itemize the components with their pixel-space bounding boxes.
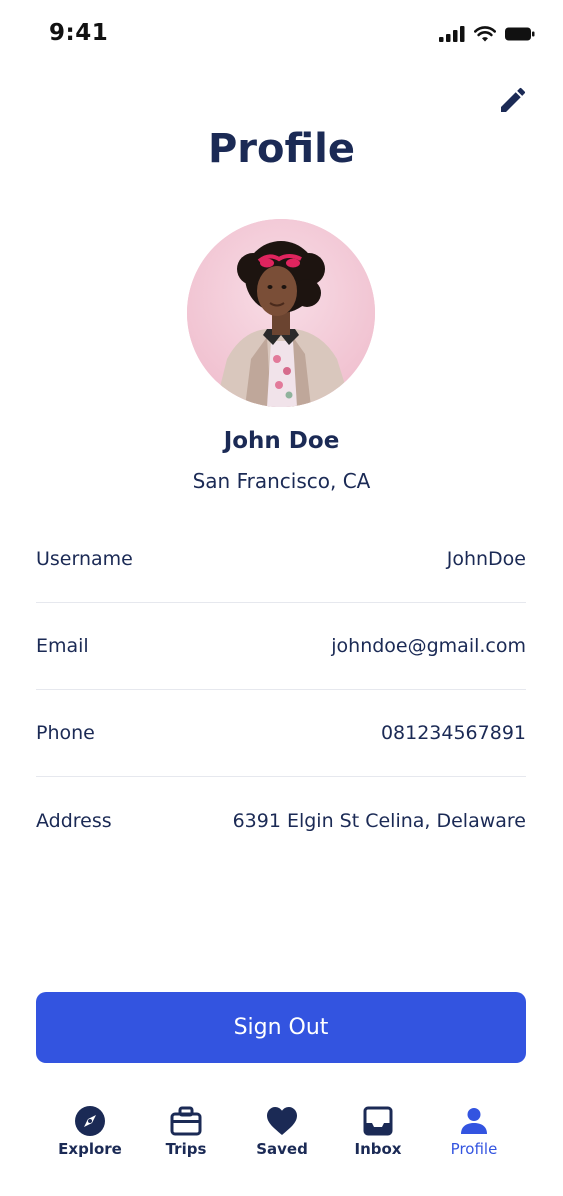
detail-label: Username [36, 548, 133, 570]
wifi-icon [474, 26, 496, 42]
detail-value: 081234567891 [380, 722, 526, 744]
cellular-signal-icon [439, 26, 465, 42]
avatar [187, 219, 375, 407]
tab-saved[interactable]: Saved [242, 1098, 322, 1168]
edit-profile-button[interactable] [497, 84, 529, 116]
heart-icon [265, 1104, 299, 1138]
status-icons [439, 26, 535, 42]
compass-icon [73, 1104, 107, 1138]
tab-label: Explore [58, 1140, 122, 1158]
profile-details: Username JohnDoe Email johndoe@gmail.com… [36, 516, 526, 864]
tab-inbox[interactable]: Inbox [338, 1098, 418, 1168]
avatar-photo [187, 219, 375, 407]
detail-label: Address [36, 809, 112, 832]
page-title: Profile [207, 126, 355, 172]
tab-profile[interactable]: Profile [434, 1098, 514, 1168]
tab-label: Saved [256, 1140, 308, 1158]
tab-trips[interactable]: Trips [146, 1098, 226, 1168]
detail-value: JohnDoe [446, 548, 526, 570]
status-time: 9:41 [49, 20, 109, 46]
detail-value: johndoe@gmail.com [331, 635, 526, 657]
user-location: San Francisco, CA [192, 469, 371, 493]
tab-explore[interactable]: Explore [50, 1098, 130, 1168]
battery-icon [505, 27, 535, 41]
profile-screen: 9:41 Profile John Doe San Francisco, CA … [0, 0, 563, 1196]
detail-row-phone: Phone 081234567891 [36, 690, 526, 777]
pencil-icon [501, 87, 526, 112]
sign-out-button[interactable]: Sign Out [36, 992, 526, 1063]
detail-label: Email [36, 635, 89, 657]
detail-label: Phone [36, 722, 95, 744]
status-bar: 9:41 [0, 0, 563, 64]
user-name: John Doe [223, 428, 340, 454]
detail-value: 6391 Elgin St Celina, Delaware [232, 809, 526, 832]
tab-label: Profile [450, 1140, 498, 1158]
briefcase-icon [169, 1104, 203, 1138]
tab-label: Inbox [354, 1140, 402, 1158]
person-icon [457, 1104, 491, 1138]
detail-row-address: Address 6391 Elgin St Celina, Delaware [36, 777, 526, 864]
detail-row-username: Username JohnDoe [36, 516, 526, 603]
tab-label: Trips [165, 1140, 207, 1158]
tab-bar: Explore Trips Saved Inbox Profile [0, 1098, 563, 1168]
inbox-icon [361, 1104, 395, 1138]
detail-row-email: Email johndoe@gmail.com [36, 603, 526, 690]
